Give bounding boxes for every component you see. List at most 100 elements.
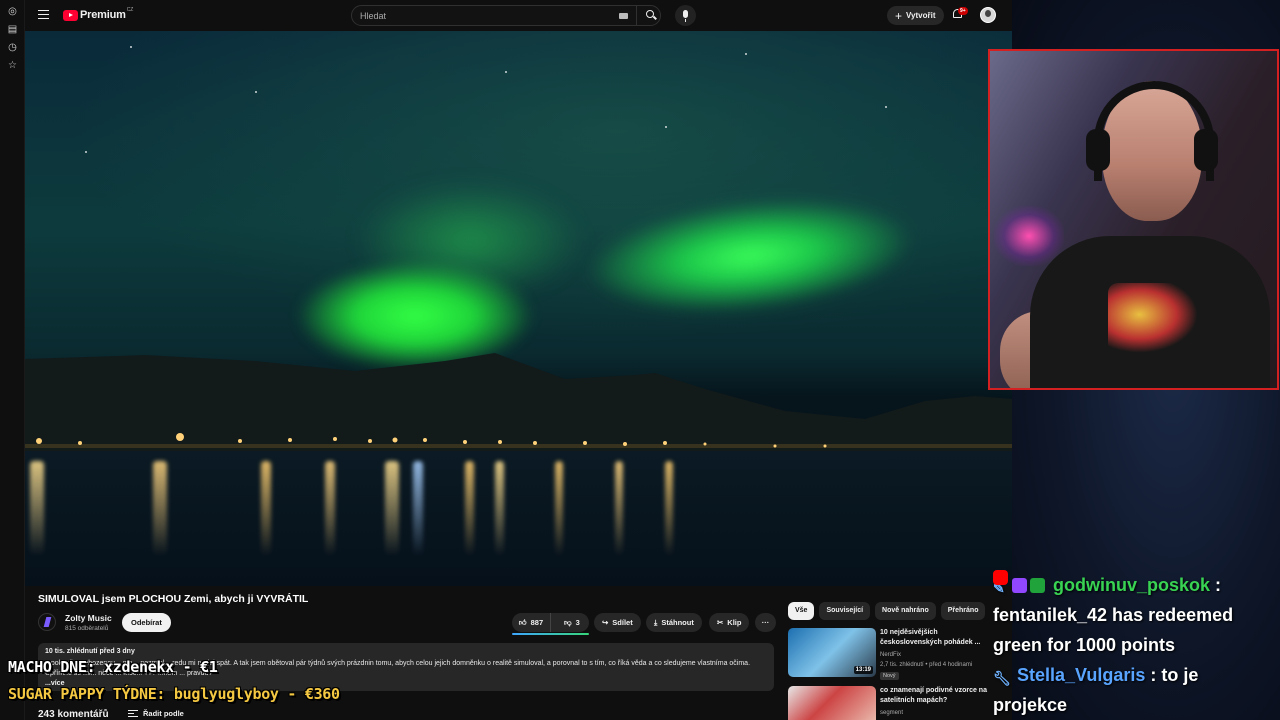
headphone-cup (1194, 129, 1218, 171)
shirt-print (1108, 283, 1198, 353)
headphone-cup (1086, 129, 1110, 171)
like-count: 887 (530, 618, 544, 627)
recommendation-item[interactable]: 13:19 10 nejděsivějších československých… (788, 628, 988, 680)
recommendation-channel[interactable]: segment (880, 710, 903, 716)
avatar[interactable] (980, 7, 996, 23)
menu-icon[interactable] (38, 10, 49, 19)
clip-button[interactable]: ✂ Klip (709, 613, 750, 632)
video-duration: 13:19 (853, 666, 873, 674)
history-icon[interactable]: ◷ (0, 39, 25, 57)
wrench-icon: 🔧︎ (993, 670, 1011, 686)
dislike-button[interactable]: 👎︎ 3 (555, 613, 589, 632)
search-input[interactable] (360, 6, 610, 25)
search-icon (646, 10, 654, 18)
doc-icon[interactable]: ▤ (0, 21, 25, 39)
chip-watched[interactable]: Přehráno (940, 602, 986, 620)
chat-text: fentanilek_42 has redeemed green for 100… (993, 605, 1234, 655)
sort-label: Řadit podle (143, 709, 184, 718)
chip-related[interactable]: Související (819, 602, 871, 620)
download-button[interactable]: ⤓ Stáhnout (646, 613, 702, 632)
recommendation-chips: Vše Související Nově nahráno Přehráno (788, 602, 986, 620)
reflection (615, 461, 623, 556)
scissors-icon: ✂ (717, 618, 724, 627)
recommendation-title[interactable]: 10 nejděsivějších československých pohád… (880, 628, 992, 648)
youtube-logo[interactable]: Premium CZ (63, 7, 134, 21)
reflection (665, 461, 673, 556)
chat-separator: : (1145, 665, 1157, 685)
app-icon[interactable]: ◎ (0, 3, 25, 21)
macho-overlay: MACHO DNE: xzdenekx - €1 (8, 658, 218, 676)
channel-name[interactable]: Zolty Music (65, 613, 112, 623)
reflection (413, 461, 423, 556)
description-meta: 10 tis. zhlédnutí před 3 dny (45, 648, 135, 655)
search-box (351, 5, 661, 26)
plus-icon: + (895, 8, 903, 23)
youtube-play-icon (63, 9, 78, 21)
more-icon: ··· (761, 618, 770, 627)
like-dislike-group: 👍︎ 887 👎︎ 3 (512, 613, 589, 632)
subscribe-button[interactable]: Odebírat (122, 613, 171, 632)
notification-badge: 9+ (958, 7, 968, 15)
create-label: Vytvořit (906, 11, 936, 20)
chat-message: 🔧︎ Stella_Vulgaris : to je projekce (993, 570, 1263, 720)
screen: { "youtube": { "logo_text": "Premium", "… (0, 0, 1280, 720)
reflection (261, 461, 271, 556)
create-button[interactable]: + Vytvořit (887, 6, 944, 25)
chat-separator: : (1210, 575, 1222, 595)
water (25, 451, 1012, 586)
recommendation-channel[interactable]: NerdFix (880, 652, 901, 658)
recommendation-title[interactable]: co znamenají podivné vzorce na satelitní… (880, 686, 992, 706)
sort-icon (128, 710, 138, 717)
star (665, 126, 667, 128)
chat-username: Stella_Vulgaris (1017, 665, 1146, 685)
star (255, 91, 257, 93)
share-button[interactable]: ↪ Sdílet (594, 613, 641, 632)
channel-avatar[interactable] (38, 613, 56, 631)
reflection (385, 461, 399, 556)
recommendation-meta: 2,7 tis. zhlédnutí • před 4 hodinami (880, 662, 973, 668)
download-icon: ⤓ (654, 617, 658, 627)
chip-recent[interactable]: Nově nahráno (875, 602, 936, 620)
channel-subscribers: 815 odběratelů (65, 625, 109, 632)
reflection (495, 461, 504, 556)
check-badge-icon (1030, 578, 1045, 593)
voice-search-button[interactable] (675, 5, 696, 26)
sort-button[interactable]: Řadit podle (128, 709, 184, 718)
monitor-glow (994, 206, 1064, 266)
video-player[interactable] (25, 31, 1012, 586)
keyboard-icon[interactable] (619, 13, 628, 19)
new-badge: Nový (880, 672, 899, 680)
thumbs-up-icon: 👍︎ (518, 617, 527, 627)
recommendation-item[interactable]: co znamenají podivné vzorce na satelitní… (788, 686, 988, 720)
chip-all[interactable]: Vše (788, 602, 815, 620)
reflection (465, 461, 474, 556)
star (130, 46, 132, 48)
star (885, 106, 887, 108)
share-icon: ↪ (602, 618, 609, 627)
star (505, 71, 507, 73)
star-icon[interactable]: ☆ (0, 57, 25, 75)
more-actions-button[interactable]: ··· (755, 613, 776, 632)
dislike-count: 3 (575, 618, 580, 627)
share-label: Sdílet (612, 618, 633, 627)
reflection (555, 461, 563, 556)
reflection (325, 461, 335, 556)
youtube-window: ◎ ▤ ◷ ☆ Premium CZ + Vytvořit 9+ (0, 0, 1012, 720)
download-label: Stáhnout (661, 618, 694, 627)
webcam-frame (988, 49, 1279, 390)
recommendation-thumbnail[interactable]: 13:19 (788, 628, 876, 677)
youtube-icon (993, 570, 1008, 585)
twitch-icon (1012, 578, 1027, 593)
like-button[interactable]: 👍︎ 887 (512, 613, 551, 632)
recommendation-thumbnail[interactable] (788, 686, 876, 720)
chat-message: fentanilek_42 has redeemed green for 100… (993, 600, 1253, 660)
left-rail: ◎ ▤ ◷ ☆ (0, 0, 25, 720)
logo-country: CZ (126, 7, 134, 13)
search-button[interactable] (636, 5, 662, 26)
chat-username: godwinuv_poskok (1053, 575, 1211, 595)
reflection (30, 461, 44, 556)
logo-text: Premium (80, 9, 126, 21)
chat-overlay: ✎ godwinuv_poskok : fentanilek_42 has re… (993, 570, 1280, 720)
chat-message: ✎ godwinuv_poskok : (993, 570, 1280, 600)
sugar-overlay: SUGAR PAPPY TÝDNE: buglyuglyboy - €360 (8, 685, 340, 703)
